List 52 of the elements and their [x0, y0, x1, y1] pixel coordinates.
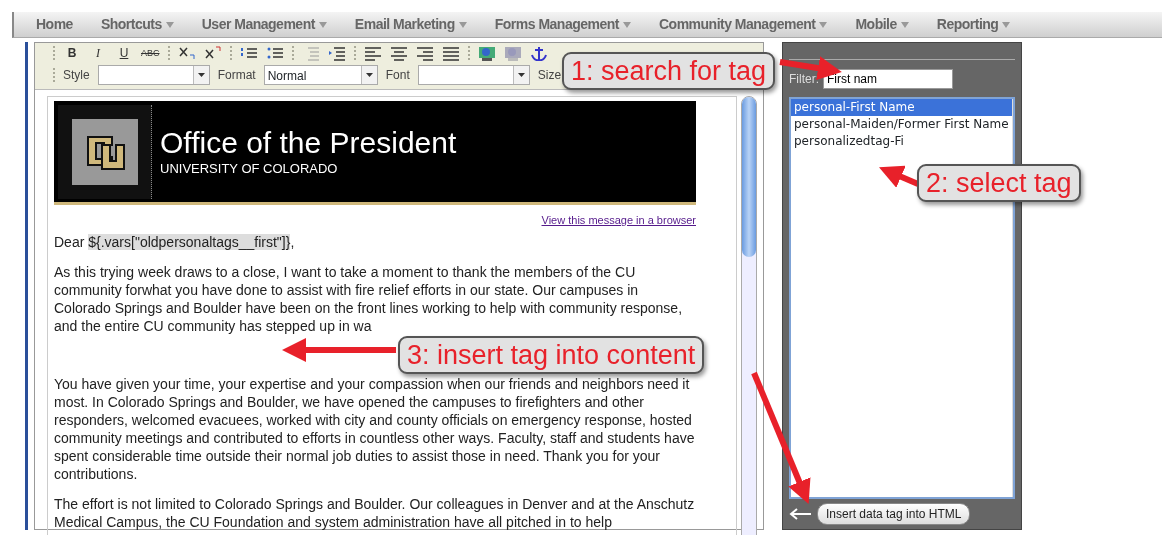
anchor-icon[interactable] — [529, 45, 548, 61]
tag-list-item[interactable]: personal-Maiden/Former First Name — [791, 116, 1012, 133]
superscript-icon[interactable] — [203, 45, 222, 61]
bulleted-list-icon[interactable] — [265, 45, 284, 61]
arrow — [878, 165, 920, 188]
field-label: Style — [63, 67, 90, 84]
menu-item[interactable]: Reporting — [936, 14, 1011, 35]
callout-label: 2: select tag — [917, 164, 1081, 202]
menu-item[interactable]: Forms Management — [494, 14, 631, 35]
caret-icon — [365, 73, 373, 77]
left-arrow-icon[interactable] — [789, 508, 811, 520]
email-subtitle: UNIVERSITY OF COLORADO — [160, 159, 339, 178]
bold-button[interactable]: B — [63, 45, 81, 61]
italic-button[interactable]: I — [89, 45, 107, 61]
filter-label: Filter: — [789, 71, 819, 88]
field-label: Format — [217, 67, 256, 84]
dropdown-field[interactable]: Normal — [263, 65, 378, 85]
email-title: Office of the President — [160, 125, 457, 160]
menu-item[interactable]: Email Marketing — [354, 14, 467, 35]
paragraph: You have given your time, your expertise and your compassion when our friends and neighbors need it most. In Colorado Springs and Boulder, we have opened the campuses to firefighters and other responders, welcomed evacuees, worked with city and county officials on emergency response, hosted community meetings and contributed to efforts in countless other ways. Faculty, staff and students have spent considerable time outside their normal job duties to assist those in need. Thank you for your contributions. — [54, 375, 696, 483]
logo-icon — [71, 118, 138, 185]
menu-item[interactable]: Community Management — [658, 14, 828, 35]
numbered-list-icon[interactable] — [239, 45, 258, 61]
dropdown-field[interactable] — [97, 65, 210, 85]
strike-button[interactable]: ABC — [141, 45, 160, 61]
menu-item[interactable]: Shortcuts — [100, 14, 174, 35]
tag-list-item[interactable]: personal-First Name — [791, 99, 1012, 116]
paragraph: The effort is not limited to Colorado Springs and Boulder. Our colleagues in Denver and at the Anschutz Medical Campus, the CU Foundation and system administration have all pitched in to help — [54, 495, 696, 531]
subscript-icon[interactable] — [177, 45, 196, 61]
align-left-icon[interactable] — [363, 45, 382, 61]
underline-button[interactable]: U — [115, 45, 133, 61]
field-label: Font — [385, 67, 410, 84]
justify-icon[interactable] — [441, 45, 460, 61]
align-center-icon[interactable] — [389, 45, 408, 61]
callout-label: 1: search for tag — [562, 52, 776, 90]
insert-tag-button[interactable]: Insert data tag into HTML — [817, 503, 971, 525]
align-right-icon[interactable] — [415, 45, 434, 61]
indent-icon[interactable] — [327, 45, 346, 61]
paragraph: As this trying week draws to a close, I want to take a moment to thank the members of the CU community forwhat you have done to assist with fire relief efforts in our state. Our campuses in Colorado Springs and Boulder have been on the front lines working to help with community response, and the entire CU community has stepped up in wa — [54, 263, 684, 335]
image-icon[interactable] — [477, 45, 496, 61]
menu-item[interactable]: Mobile — [855, 14, 909, 35]
tag-list-item[interactable]: personalizedtag-Fi — [791, 133, 1012, 150]
greeting-line: Dear ${.vars["oldpersonaltags__first"]}, — [54, 233, 296, 251]
dropdown-field[interactable] — [417, 65, 530, 85]
menu-item[interactable]: Home — [36, 14, 73, 35]
field-label: Size — [537, 67, 562, 84]
scrollbar[interactable] — [741, 96, 757, 535]
caret-icon — [197, 73, 205, 77]
callout-label: 3: insert tag into content — [398, 336, 705, 374]
menu-item[interactable]: User Management — [201, 14, 327, 35]
caret-icon — [517, 73, 525, 77]
view-in-browser-link[interactable]: View this message in a browser — [541, 214, 696, 226]
